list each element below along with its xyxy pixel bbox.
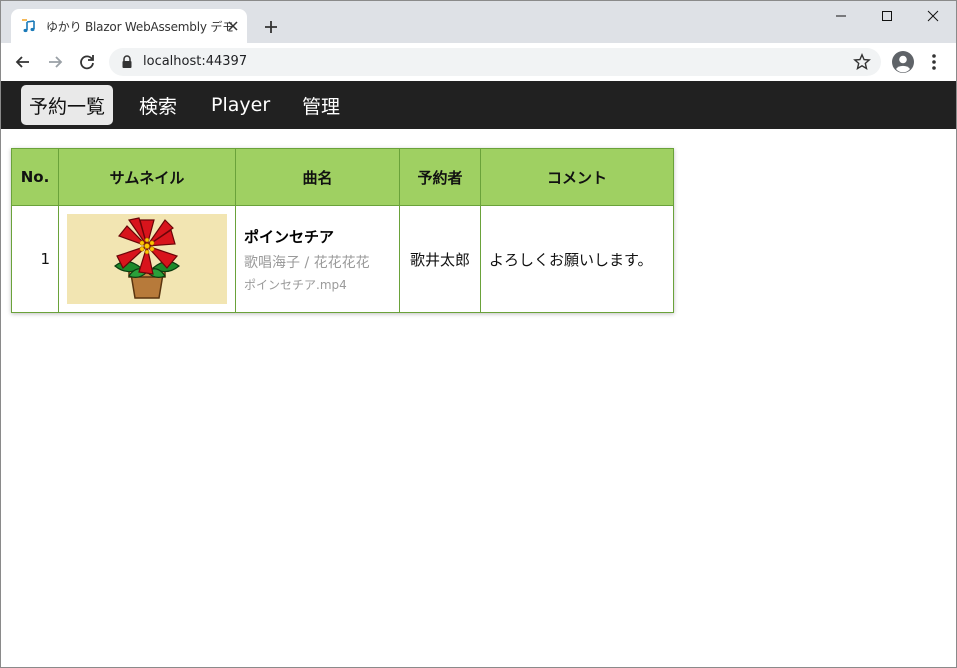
close-icon (927, 10, 939, 22)
bookmark-star-icon[interactable] (853, 53, 871, 71)
table-header-row: No. サムネイル 曲名 予約者 コメント (11, 148, 674, 206)
close-tab-icon[interactable] (225, 18, 241, 34)
back-arrow-icon[interactable] (13, 52, 33, 72)
maximize-icon (882, 11, 892, 21)
nav-item-search[interactable]: 検索 (131, 85, 185, 125)
cell-song: ポインセチア 歌唱海子 / 花花花花 ポインセチア.mp4 (235, 205, 400, 313)
profile-avatar-icon[interactable] (891, 50, 915, 74)
cell-no: 1 (11, 205, 59, 313)
reload-icon[interactable] (77, 52, 97, 72)
lock-icon (122, 55, 132, 68)
column-header-comment: コメント (480, 148, 674, 206)
address-bar[interactable]: localhost:44397 (109, 48, 881, 76)
table-row: 1 ポインセチア 歌唱海子 / 花花花花 ポインセチア.mp4 歌井太郎 よろし… (11, 205, 674, 313)
column-header-thumbnail: サムネイル (58, 148, 236, 206)
cell-comment: よろしくお願いします。 (480, 205, 674, 313)
browser-toolbar: localhost:44397 (1, 43, 956, 81)
music-note-icon (22, 19, 35, 33)
nav-item-player[interactable]: Player (203, 85, 278, 125)
poinsettia-icon (114, 217, 180, 299)
reservation-table: No. サムネイル 曲名 予約者 コメント 1 ポインセチア 歌唱海子 / 花花… (11, 148, 674, 313)
new-tab-icon[interactable] (261, 17, 281, 37)
song-file: ポインセチア.mp4 (244, 277, 347, 292)
browser-tab[interactable]: ゆかり Blazor WebAssembly デモ (11, 9, 247, 43)
minimize-button[interactable] (818, 1, 864, 31)
song-title: ポインセチア (244, 227, 335, 246)
app-navbar: 予約一覧 検索 Player 管理 (1, 81, 956, 129)
column-header-song: 曲名 (235, 148, 400, 206)
url-text: localhost:44397 (143, 54, 248, 69)
tab-title: ゆかり Blazor WebAssembly デモ (46, 20, 234, 34)
song-artist: 歌唱海子 / 花花花花 (244, 254, 370, 271)
maximize-button[interactable] (864, 1, 910, 31)
browser-tabstrip: ゆかり Blazor WebAssembly デモ (1, 1, 956, 43)
reservation-table-wrapper: No. サムネイル 曲名 予約者 コメント 1 ポインセチア 歌唱海子 / 花花… (11, 148, 674, 313)
nav-item-reservations[interactable]: 予約一覧 (21, 85, 114, 125)
column-header-user: 予約者 (399, 148, 481, 206)
forward-arrow-icon[interactable] (45, 52, 65, 72)
minimize-icon (836, 15, 846, 17)
column-header-no: No. (11, 148, 59, 206)
cell-thumbnail (58, 205, 236, 313)
more-menu-icon[interactable] (927, 52, 941, 72)
close-window-button[interactable] (910, 1, 956, 31)
thumbnail-image (67, 214, 227, 304)
cell-user: 歌井太郎 (399, 205, 481, 313)
nav-item-admin[interactable]: 管理 (294, 85, 348, 125)
